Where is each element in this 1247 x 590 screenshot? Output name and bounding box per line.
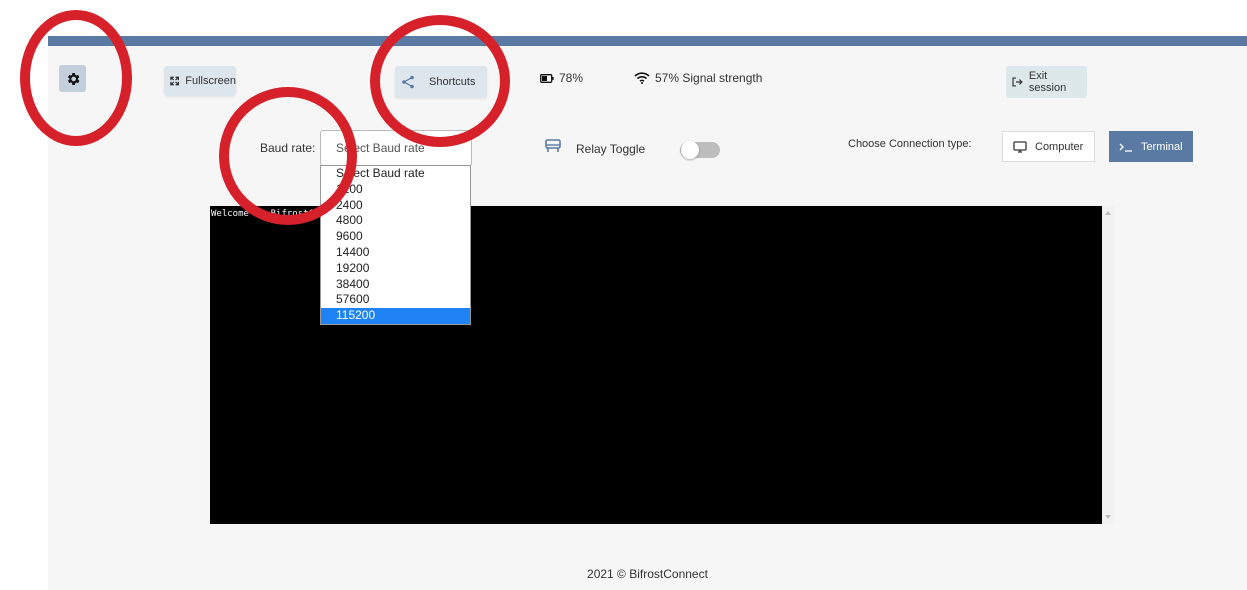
computer-connection-button[interactable]: Computer (1002, 131, 1095, 162)
battery-icon (540, 73, 554, 83)
connection-type-label: Choose Connection type: (848, 138, 972, 150)
baud-option[interactable]: 9600 (321, 229, 470, 245)
baud-option[interactable]: 2400 (321, 198, 470, 214)
top-accent-bar (48, 36, 1247, 46)
battery-status: 78% (540, 71, 583, 85)
baud-option[interactable]: 38400 (321, 277, 470, 293)
toggle-knob (681, 141, 699, 159)
monitor-icon (1013, 140, 1027, 153)
baud-option[interactable]: 19200 (321, 261, 470, 277)
fullscreen-button[interactable]: Fullscreen (164, 66, 236, 96)
baud-option[interactable]: 57600 (321, 292, 470, 308)
baud-option[interactable]: 14400 (321, 245, 470, 261)
expand-icon (170, 76, 179, 86)
terminal-label: Terminal (1141, 140, 1183, 153)
annotation-circle (370, 15, 510, 147)
baud-option[interactable]: 4800 (321, 213, 470, 229)
scroll-down-icon[interactable] (1105, 515, 1111, 519)
signal-value: 57% Signal strength (655, 71, 763, 85)
sign-out-icon (1012, 77, 1023, 87)
exit-session-button[interactable]: Exit session (1006, 66, 1087, 98)
terminal-scrollbar[interactable] (1102, 206, 1114, 524)
computer-label: Computer (1035, 140, 1084, 153)
battery-value: 78% (559, 71, 584, 85)
relay-toggle-label: Relay Toggle (576, 142, 646, 156)
footer-copyright: 2021 © BifrostConnect (587, 567, 708, 581)
annotation-circle (20, 10, 132, 146)
scroll-up-icon[interactable] (1105, 211, 1111, 215)
terminal-icon (1119, 143, 1132, 152)
relay-icon (545, 139, 561, 152)
relay-toggle-switch[interactable] (680, 141, 720, 159)
app-window: Fullscreen Shortcuts 78% 57% Signal stre… (48, 36, 1247, 590)
exit-session-label: Exit session (1028, 70, 1067, 94)
annotation-circle (219, 87, 357, 225)
fullscreen-label: Fullscreen (185, 75, 236, 87)
signal-status: 57% Signal strength (634, 71, 762, 85)
terminal-connection-button[interactable]: Terminal (1109, 131, 1193, 162)
baud-option-highlighted[interactable]: 115200 (321, 308, 470, 324)
wifi-icon (634, 72, 650, 84)
